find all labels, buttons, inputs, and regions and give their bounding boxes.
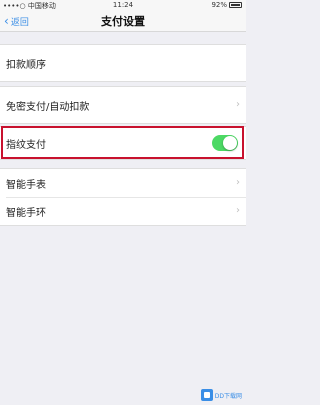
battery-icon — [229, 2, 242, 8]
row-label: 免密支付/自动扣款 — [6, 101, 90, 113]
row-smart-watch[interactable]: 智能手表 › — [0, 169, 246, 197]
download-site-icon — [200, 389, 213, 401]
fingerprint-toggle[interactable] — [212, 135, 238, 151]
status-bar: ••••○ 中国移动 11:24 92% — [0, 0, 246, 10]
row-label: 指纹支付 — [6, 139, 46, 151]
settings-section-password-free: 免密支付/自动扣款 › — [0, 86, 246, 124]
watermark-text: DD下载网 — [214, 392, 242, 400]
chevron-right-icon: › — [236, 205, 240, 216]
chevron-right-icon: › — [236, 99, 240, 110]
toggle-knob — [223, 136, 237, 150]
navigation-bar: ‹ 返回 支付设置 — [0, 10, 246, 32]
row-deduction-order[interactable]: 扣款顺序 — [0, 45, 246, 81]
settings-section-order: 扣款顺序 — [0, 44, 246, 82]
battery-indicator: 92% — [211, 1, 242, 9]
row-smart-band[interactable]: 智能手环 › — [0, 197, 246, 225]
row-label: 扣款顺序 — [6, 59, 46, 71]
watermark-logo: DD下载网 — [200, 389, 242, 401]
settings-section-wearables: 智能手表 › 智能手环 › — [0, 168, 246, 226]
chevron-right-icon: › — [236, 177, 240, 188]
page-title: 支付设置 — [101, 15, 145, 28]
settings-section-fingerprint: 指纹支付 — [0, 126, 246, 160]
row-label: 智能手表 — [6, 179, 46, 191]
battery-percent: 92% — [211, 1, 227, 9]
row-password-free-payment[interactable]: 免密支付/自动扣款 › — [0, 87, 246, 123]
row-fingerprint-payment: 指纹支付 — [0, 127, 246, 159]
row-label: 智能手环 — [6, 207, 46, 219]
status-time: 11:24 — [112, 1, 134, 9]
